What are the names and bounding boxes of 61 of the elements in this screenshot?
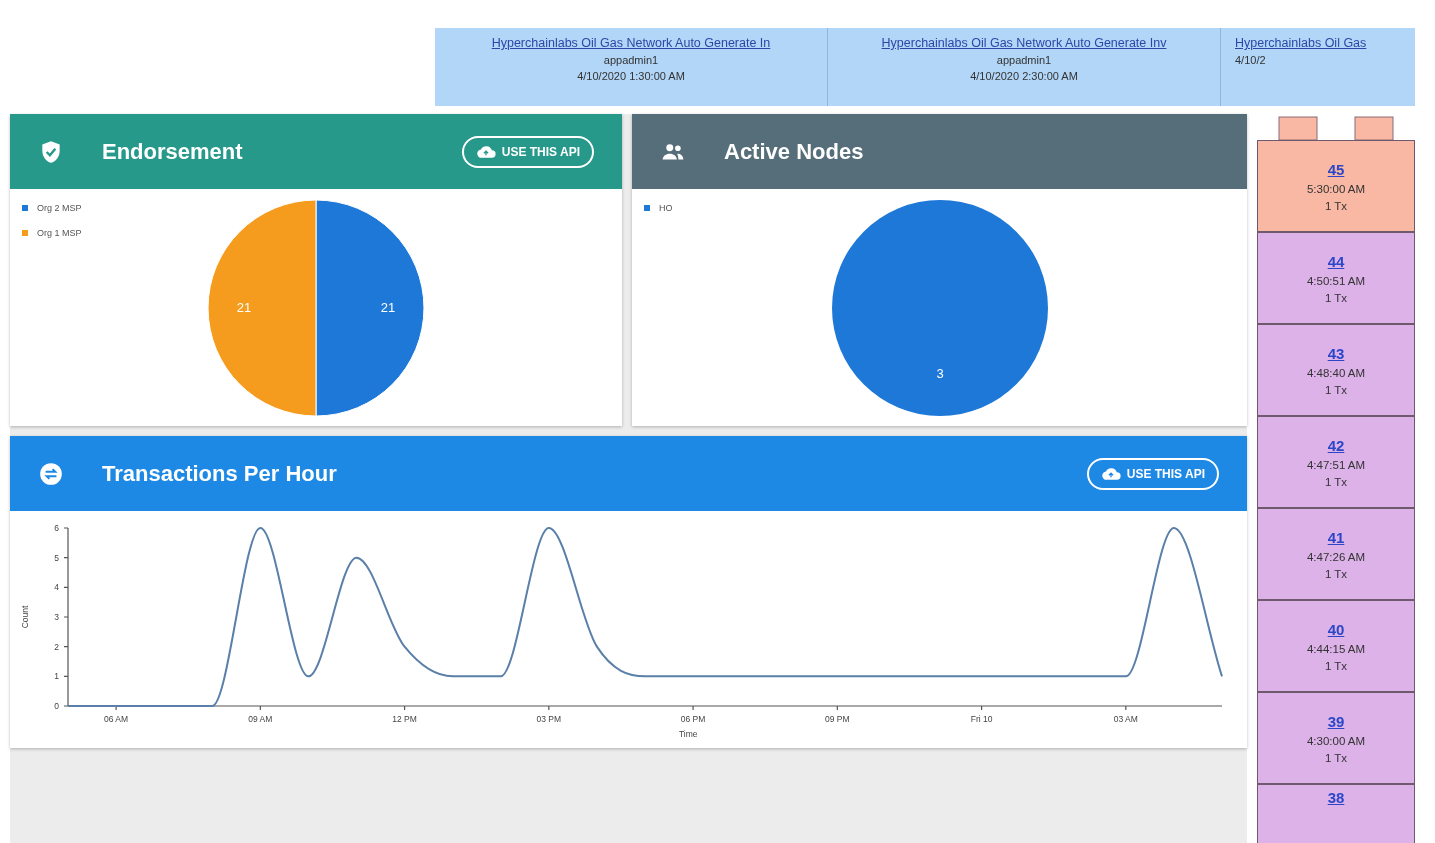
timestamp-text: 4/10/2020 2:30:00 AM — [970, 70, 1078, 82]
creator-text: appadmin1 — [603, 54, 659, 66]
cloud-upload-icon — [1100, 466, 1121, 481]
timestamp-text: 4/10/2020 1:30:00 AM — [577, 70, 685, 82]
transaction-link[interactable]: Hyperchainlabs Oil Gas Network Auto Generate In — [491, 36, 771, 50]
block-number-link[interactable]: 45 — [1327, 160, 1345, 178]
transaction-link[interactable]: Hyperchainlabs Oil Gas Network Auto Generate Inv — [881, 36, 1167, 50]
y-tick-label: 1 — [54, 671, 59, 682]
block-number-link[interactable]: 44 — [1327, 252, 1345, 270]
block-time: 5:30:00 AM — [1306, 182, 1366, 195]
block-time: 4:47:51 AM — [1306, 458, 1366, 471]
cloud-upload-icon — [475, 144, 496, 159]
tx-count: 1 Tx — [1324, 383, 1348, 396]
y-tick-label: 3 — [54, 612, 59, 622]
x-tick-label: 03 AM — [1113, 714, 1138, 724]
use-api-button[interactable]: USE THIS API — [461, 135, 594, 168]
tx-count: 1 Tx — [1324, 291, 1348, 304]
x-tick-label: 06 PM — [680, 714, 706, 724]
creator-text: appadmin1 — [996, 54, 1052, 66]
x-tick-label: 12 PM — [392, 714, 417, 724]
y-axis-title: Count — [20, 605, 30, 629]
slice-value: 3 — [935, 365, 944, 381]
block-number-link[interactable]: 39 — [1327, 712, 1345, 730]
y-tick-label: 4 — [54, 582, 59, 593]
y-tick-label: 6 — [54, 523, 59, 533]
use-api-button[interactable]: USE THIS API — [1086, 457, 1219, 490]
block-time: 4:44:15 AM — [1306, 642, 1366, 655]
x-tick-label: 09 AM — [248, 714, 273, 724]
block-number-link[interactable]: 43 — [1327, 344, 1345, 362]
x-axis-title: Time — [679, 729, 698, 739]
tx-count: 1 Tx — [1324, 751, 1348, 764]
block-time: 4:48:40 AM — [1306, 366, 1366, 379]
y-tick-label: 2 — [54, 641, 59, 652]
tx-count: 1 Tx — [1324, 199, 1348, 212]
legend-label: Org 2 MSP — [37, 203, 82, 213]
x-tick-label: Fri 10 — [970, 714, 993, 724]
x-tick-label: 03 PM — [536, 714, 562, 724]
block-time: 4:47:26 AM — [1306, 550, 1366, 563]
panel-title: Endorsement — [102, 138, 244, 165]
swap-circle-icon — [38, 460, 64, 487]
tx-count: 1 Tx — [1324, 567, 1348, 580]
tx-count: 1 Tx — [1324, 475, 1348, 488]
y-tick-label: 0 — [54, 701, 59, 711]
x-tick-label: 09 PM — [825, 714, 850, 724]
panel-title: Active Nodes — [724, 138, 865, 165]
block-number-link[interactable]: 38 — [1327, 789, 1345, 806]
legend-label: Org 1 MSP — [37, 228, 82, 238]
block-number-link[interactable]: 41 — [1327, 528, 1345, 546]
x-tick-label: 06 AM — [104, 714, 129, 724]
block-number-link[interactable]: 42 — [1327, 436, 1345, 454]
block-number-link[interactable]: 40 — [1327, 620, 1345, 638]
slice-value: 21 — [236, 299, 252, 315]
tx-count: 1 Tx — [1324, 659, 1348, 672]
timestamp-text: 4/10/2 — [1235, 54, 1266, 66]
panel-title: Transactions Per Hour — [102, 460, 338, 487]
slice-value: 21 — [380, 299, 396, 315]
block-time: 4:50:51 AM — [1306, 274, 1366, 287]
y-tick-label: 5 — [54, 552, 59, 563]
legend-label: HO — [659, 203, 673, 213]
block-time: 4:30:00 AM — [1306, 734, 1366, 747]
transaction-link[interactable]: Hyperchainlabs Oil Gas — [1235, 36, 1367, 50]
